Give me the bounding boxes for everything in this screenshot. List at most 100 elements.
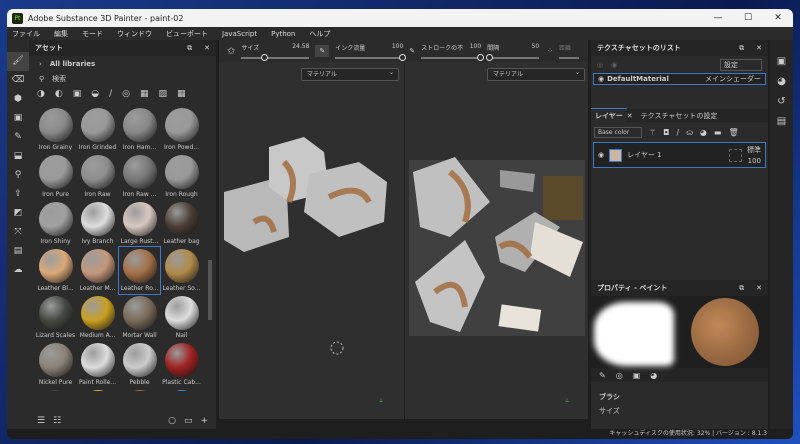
asset-item[interactable]: Iron Rough: [161, 153, 202, 200]
texture-filter-icon[interactable]: ▣: [73, 89, 82, 99]
float-icon[interactable]: ⧉: [187, 44, 192, 53]
asset-item[interactable]: Ivy Branch: [77, 200, 118, 247]
viewport-3d-mode-dropdown[interactable]: マテリアル: [301, 67, 399, 81]
menu-item[interactable]: ビューポート: [166, 29, 208, 39]
shader-settings-icon[interactable]: ◕: [770, 72, 793, 92]
stroke-slider[interactable]: ストロークの不 100: [421, 43, 485, 61]
asset-item[interactable]: [35, 388, 76, 391]
asset-item[interactable]: Iron Raw: [77, 153, 118, 200]
add-fill-layer-icon[interactable]: ⛀: [686, 128, 693, 137]
asset-item[interactable]: Iron Shiny: [35, 200, 76, 247]
menu-item[interactable]: Python: [271, 30, 295, 38]
menu-item[interactable]: ウィンドウ: [117, 29, 152, 39]
asset-item[interactable]: Iron Grinded: [77, 106, 118, 153]
brush-pressure-icon[interactable]: ✎: [315, 45, 330, 57]
delete-icon[interactable]: 🗑: [728, 128, 738, 137]
add-paint-layer-icon[interactable]: /: [677, 128, 680, 137]
spacing-slider[interactable]: 間隔 50: [485, 43, 540, 61]
add-layer-icon[interactable]: ◕: [700, 128, 707, 137]
asset-item[interactable]: Pebble: [119, 341, 160, 388]
maximize-button[interactable]: ☐: [733, 13, 763, 23]
polygon-fill-icon[interactable]: ◩: [7, 204, 29, 223]
pattern-icon[interactable]: ▦: [140, 89, 149, 99]
folder-icon[interactable]: ▭: [184, 416, 193, 426]
stroke-pressure-icon[interactable]: ✎: [409, 47, 415, 55]
asset-item[interactable]: Leather bag: [161, 200, 202, 247]
libraries-toggle[interactable]: › All libraries: [29, 56, 216, 71]
menu-item[interactable]: JavaScript: [222, 30, 257, 38]
asset-item[interactable]: Leather M...: [77, 247, 118, 294]
distance-slider[interactable]: 距離: [559, 43, 580, 59]
eye-icon[interactable]: ◉: [598, 151, 604, 159]
search-input[interactable]: ⚲ 検索: [29, 71, 216, 86]
asset-item[interactable]: [161, 388, 202, 391]
asset-item[interactable]: Iron Grainy: [35, 106, 76, 153]
viewport-2d[interactable]: マテリアル ⟂: [405, 62, 588, 419]
bake-icon[interactable]: ⇪: [7, 185, 29, 204]
particle-icon[interactable]: ◎: [122, 89, 130, 99]
close-panel-icon[interactable]: ✕: [756, 284, 762, 293]
add-folder-icon[interactable]: ▬: [714, 128, 722, 137]
display-settings-icon[interactable]: ▣: [770, 52, 793, 72]
eye-icon[interactable]: ◉: [598, 75, 604, 83]
asset-item[interactable]: Plastic Cab...: [161, 341, 202, 388]
smart-materials-icon[interactable]: ◐: [55, 89, 63, 99]
brush-preset-icon[interactable]: ✩: [227, 46, 235, 57]
blend-mode[interactable]: 標準: [747, 145, 761, 155]
add-icon[interactable]: +: [200, 416, 208, 426]
asset-item[interactable]: Iron Pure: [35, 153, 76, 200]
viewport-3d[interactable]: マテリアル ⟂: [219, 62, 404, 419]
menu-item[interactable]: ヘルプ: [309, 29, 330, 39]
visibility-all-icon[interactable]: ◎: [597, 61, 603, 69]
layer-opacity[interactable]: 100: [748, 157, 761, 165]
transform-icon[interactable]: ⤧: [7, 223, 29, 242]
close-panel-icon[interactable]: ✕: [204, 44, 210, 53]
eraser-icon[interactable]: ⌫: [7, 71, 29, 90]
menu-item[interactable]: 編集: [54, 29, 68, 39]
asset-item[interactable]: Leather Ro...: [118, 246, 161, 295]
asset-item[interactable]: Nail: [161, 294, 202, 341]
asset-item[interactable]: Iron Powd...: [161, 106, 202, 153]
shelf-icon[interactable]: ☁: [7, 261, 29, 280]
particles-tab-icon[interactable]: ◎: [616, 371, 623, 380]
layer-row[interactable]: ◉ レイヤー 1 標準 100: [593, 142, 766, 168]
minimize-button[interactable]: —: [703, 13, 733, 23]
materials-filter-icon[interactable]: ◑: [37, 89, 45, 99]
eye-icon[interactable]: ◉: [611, 61, 617, 69]
clone-icon[interactable]: ⬓: [7, 147, 29, 166]
menu-item[interactable]: ファイル: [12, 29, 40, 39]
menu-item[interactable]: モード: [82, 29, 103, 39]
asset-item[interactable]: Paint Rolle...: [77, 341, 118, 388]
asset-item[interactable]: Medium A...: [77, 294, 118, 341]
close-tab-icon[interactable]: ✕: [627, 112, 633, 120]
smudge-icon[interactable]: ✎: [7, 128, 29, 147]
log-icon[interactable]: ▤: [770, 112, 793, 132]
document-icon[interactable]: ▤: [7, 242, 29, 261]
add-mask-icon[interactable]: ◘: [663, 128, 669, 137]
projection-icon[interactable]: ⬢: [7, 90, 29, 109]
alpha-tab-icon[interactable]: ▣: [633, 371, 641, 380]
smart-mask-icon[interactable]: ◒: [91, 89, 99, 99]
asset-item[interactable]: Nickel Pure: [35, 341, 76, 388]
float-icon[interactable]: ⧉: [739, 44, 744, 53]
tab-layers[interactable]: レイヤー: [591, 108, 627, 123]
asset-item[interactable]: Iron Ham...: [119, 106, 160, 153]
brush-filter-icon[interactable]: /: [109, 89, 112, 99]
asset-item[interactable]: Leather Bl...: [35, 247, 76, 294]
asset-item[interactable]: [119, 388, 160, 391]
size-slider[interactable]: サイズ 24.58: [241, 43, 310, 61]
list-filter-icon[interactable]: ☰: [37, 416, 45, 426]
settings-dropdown[interactable]: 設定: [720, 58, 762, 71]
environment-icon[interactable]: ▨: [159, 89, 168, 99]
channel-dropdown[interactable]: Base color: [594, 126, 642, 138]
asset-item[interactable]: [77, 388, 118, 391]
add-effect-icon[interactable]: ⚚: [649, 128, 656, 137]
asset-item[interactable]: Leather So...: [161, 247, 202, 294]
close-panel-icon[interactable]: ✕: [756, 44, 762, 53]
float-icon[interactable]: ⧉: [739, 284, 744, 293]
asset-item[interactable]: Iron Raw ...: [119, 153, 160, 200]
history-icon[interactable]: ↺: [770, 92, 793, 112]
asset-item[interactable]: Large Rust...: [119, 200, 160, 247]
tab-texture-set-settings[interactable]: テクスチャセットの設定: [637, 109, 722, 123]
texture-set-item[interactable]: ◉ DefaultMaterial メインシェーダー: [593, 73, 766, 85]
